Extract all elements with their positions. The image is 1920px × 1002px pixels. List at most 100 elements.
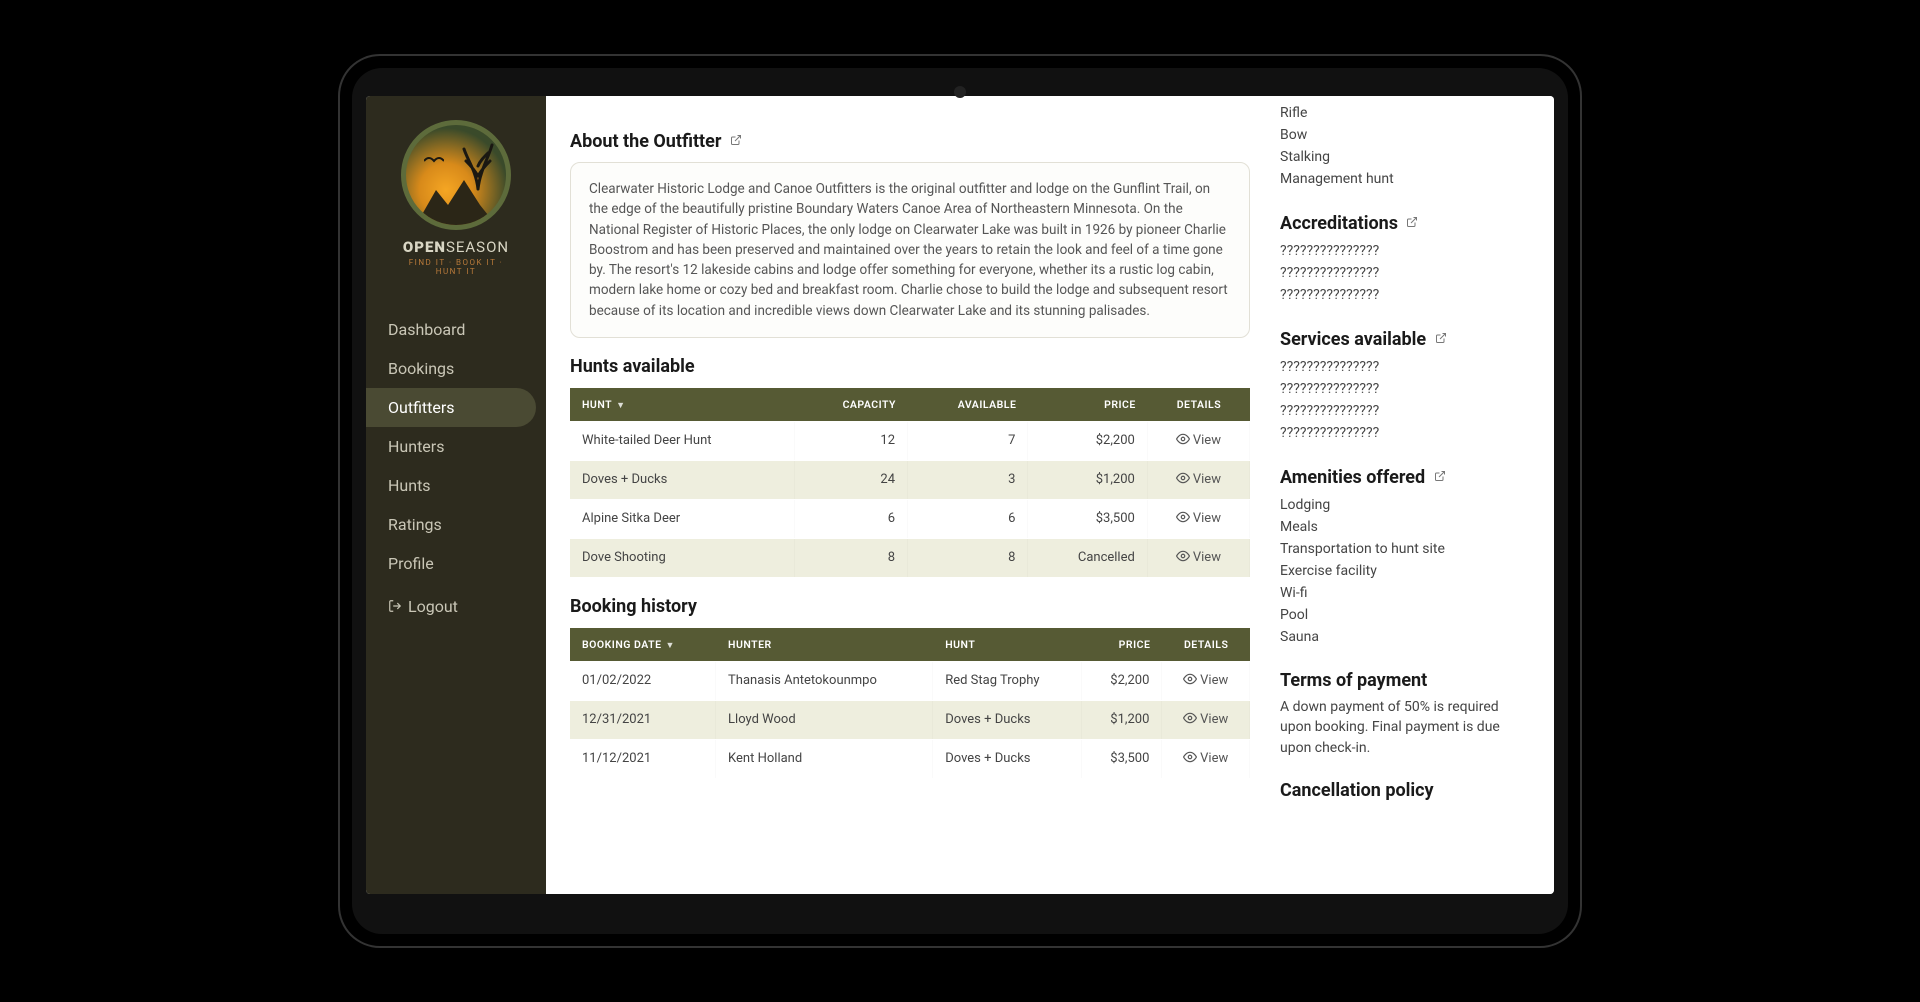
tablet-frame: OPENSEASON FIND IT · BOOK IT · HUNT IT D… [340, 56, 1580, 946]
eye-icon [1176, 471, 1190, 489]
cell-details: View [1162, 740, 1250, 778]
about-heading: About the Outfitter [570, 130, 1250, 152]
external-link-icon[interactable] [1435, 328, 1447, 349]
list-item: ??????????????? [1280, 422, 1530, 444]
terms-heading: Terms of payment [1280, 670, 1530, 691]
hunts-table: Hunt▼ Capacity Available Price Details W… [570, 387, 1250, 578]
cell-available: 3 [908, 461, 1028, 499]
table-row: 12/31/2021 Lloyd Wood Doves + Ducks $1,2… [570, 701, 1250, 739]
cell-price: $2,200 [1028, 422, 1147, 460]
logo-antler-icon [458, 131, 498, 191]
eye-icon [1183, 711, 1197, 729]
cell-hunt: Doves + Ducks [933, 701, 1082, 739]
sidebar-item-profile[interactable]: Profile [366, 544, 546, 583]
external-link-icon[interactable] [1434, 466, 1446, 487]
list-item: Wi-fi [1280, 582, 1530, 604]
cell-details: View [1148, 539, 1250, 577]
list-item: Transportation to hunt site [1280, 538, 1530, 560]
list-item: Meals [1280, 516, 1530, 538]
accreditations-heading: Accreditations [1280, 212, 1530, 234]
col-price[interactable]: Price [1028, 388, 1147, 421]
view-button[interactable]: View [1176, 472, 1221, 487]
external-link-icon[interactable] [730, 130, 742, 151]
cell-price: Cancelled [1028, 539, 1147, 577]
eye-icon [1176, 432, 1190, 450]
sidebar-item-ratings[interactable]: Ratings [366, 505, 546, 544]
table-row: Doves + Ducks 24 3 $1,200 View [570, 461, 1250, 499]
cell-available: 8 [908, 539, 1028, 577]
cell-hunt: Dove Shooting [570, 539, 795, 577]
list-item: ??????????????? [1280, 240, 1530, 262]
cell-details: View [1162, 662, 1250, 700]
view-button[interactable]: View [1183, 751, 1228, 766]
sidebar-item-bookings[interactable]: Bookings [366, 349, 546, 388]
list-item: Stalking [1280, 146, 1530, 168]
services-heading: Services available [1280, 328, 1530, 350]
list-item: ??????????????? [1280, 356, 1530, 378]
table-row: Alpine Sitka Deer 6 6 $3,500 View [570, 500, 1250, 538]
cell-date: 11/12/2021 [570, 740, 716, 778]
hunt-types-list: Rifle Bow Stalking Management hunt [1280, 102, 1530, 190]
terms-text: A down payment of 50% is required upon b… [1280, 697, 1530, 758]
accreditations-list: ??????????????? ??????????????? ????????… [1280, 240, 1530, 306]
brand-name: OPENSEASON [396, 238, 516, 256]
about-text: Clearwater Historic Lodge and Canoe Outf… [570, 162, 1250, 338]
cell-price: $2,200 [1082, 662, 1162, 700]
table-row: White-tailed Deer Hunt 12 7 $2,200 View [570, 422, 1250, 460]
sidebar-item-dashboard[interactable]: Dashboard [366, 310, 546, 349]
list-item: Pool [1280, 604, 1530, 626]
eye-icon [1176, 549, 1190, 567]
cell-date: 12/31/2021 [570, 701, 716, 739]
amenities-heading: Amenities offered [1280, 466, 1530, 488]
view-button[interactable]: View [1183, 673, 1228, 688]
col-details[interactable]: Details [1162, 628, 1250, 661]
external-link-icon[interactable] [1406, 212, 1418, 233]
col-hunt[interactable]: Hunt [933, 628, 1082, 661]
sidebar-item-hunts[interactable]: Hunts [366, 466, 546, 505]
cell-details: View [1148, 422, 1250, 460]
cell-capacity: 24 [795, 461, 908, 499]
sidebar-item-outfitters[interactable]: Outfitters [366, 388, 536, 427]
list-item: Management hunt [1280, 168, 1530, 190]
cell-hunt: Doves + Ducks [933, 740, 1082, 778]
cancellation-heading: Cancellation policy [1280, 780, 1530, 801]
cell-date: 01/02/2022 [570, 662, 716, 700]
sidebar-item-hunters[interactable]: Hunters [366, 427, 546, 466]
col-hunt[interactable]: Hunt▼ [570, 388, 795, 421]
table-row: Dove Shooting 8 8 Cancelled View [570, 539, 1250, 577]
bookings-tbody: 01/02/2022 Thanasis Antetokounmpo Red St… [570, 662, 1250, 778]
list-item: Exercise facility [1280, 560, 1530, 582]
col-hunter[interactable]: Hunter [716, 628, 933, 661]
cell-capacity: 12 [795, 422, 908, 460]
list-item: Lodging [1280, 494, 1530, 516]
main-content: About the Outfitter Clearwater Historic … [546, 96, 1554, 894]
list-item: ??????????????? [1280, 378, 1530, 400]
col-details[interactable]: Details [1148, 388, 1250, 421]
sidebar: OPENSEASON FIND IT · BOOK IT · HUNT IT D… [366, 96, 546, 894]
cell-available: 6 [908, 500, 1028, 538]
sort-desc-icon: ▼ [616, 400, 625, 411]
eye-icon [1183, 750, 1197, 768]
view-button[interactable]: View [1176, 550, 1221, 565]
col-price[interactable]: Price [1082, 628, 1162, 661]
cell-hunt: Red Stag Trophy [933, 662, 1082, 700]
view-button[interactable]: View [1176, 433, 1221, 448]
col-capacity[interactable]: Capacity [795, 388, 908, 421]
list-item: ??????????????? [1280, 400, 1530, 422]
list-item: Bow [1280, 124, 1530, 146]
logo-bird-icon [424, 155, 444, 167]
col-booking-date[interactable]: Booking date▼ [570, 628, 716, 661]
view-button[interactable]: View [1183, 712, 1228, 727]
eye-icon [1183, 672, 1197, 690]
sidebar-nav: Dashboard Bookings Outfitters Hunters Hu… [366, 310, 546, 627]
hunts-heading: Hunts available [570, 356, 1250, 377]
list-item: Rifle [1280, 102, 1530, 124]
sidebar-item-logout[interactable]: Logout [366, 587, 546, 627]
view-button[interactable]: View [1176, 511, 1221, 526]
bookings-table: Booking date▼ Hunter Hunt Price Details … [570, 627, 1250, 779]
col-available[interactable]: Available [908, 388, 1028, 421]
list-item: Sauna [1280, 626, 1530, 648]
hunts-tbody: White-tailed Deer Hunt 12 7 $2,200 View … [570, 422, 1250, 577]
table-row: 11/12/2021 Kent Holland Doves + Ducks $3… [570, 740, 1250, 778]
cell-hunt: Doves + Ducks [570, 461, 795, 499]
